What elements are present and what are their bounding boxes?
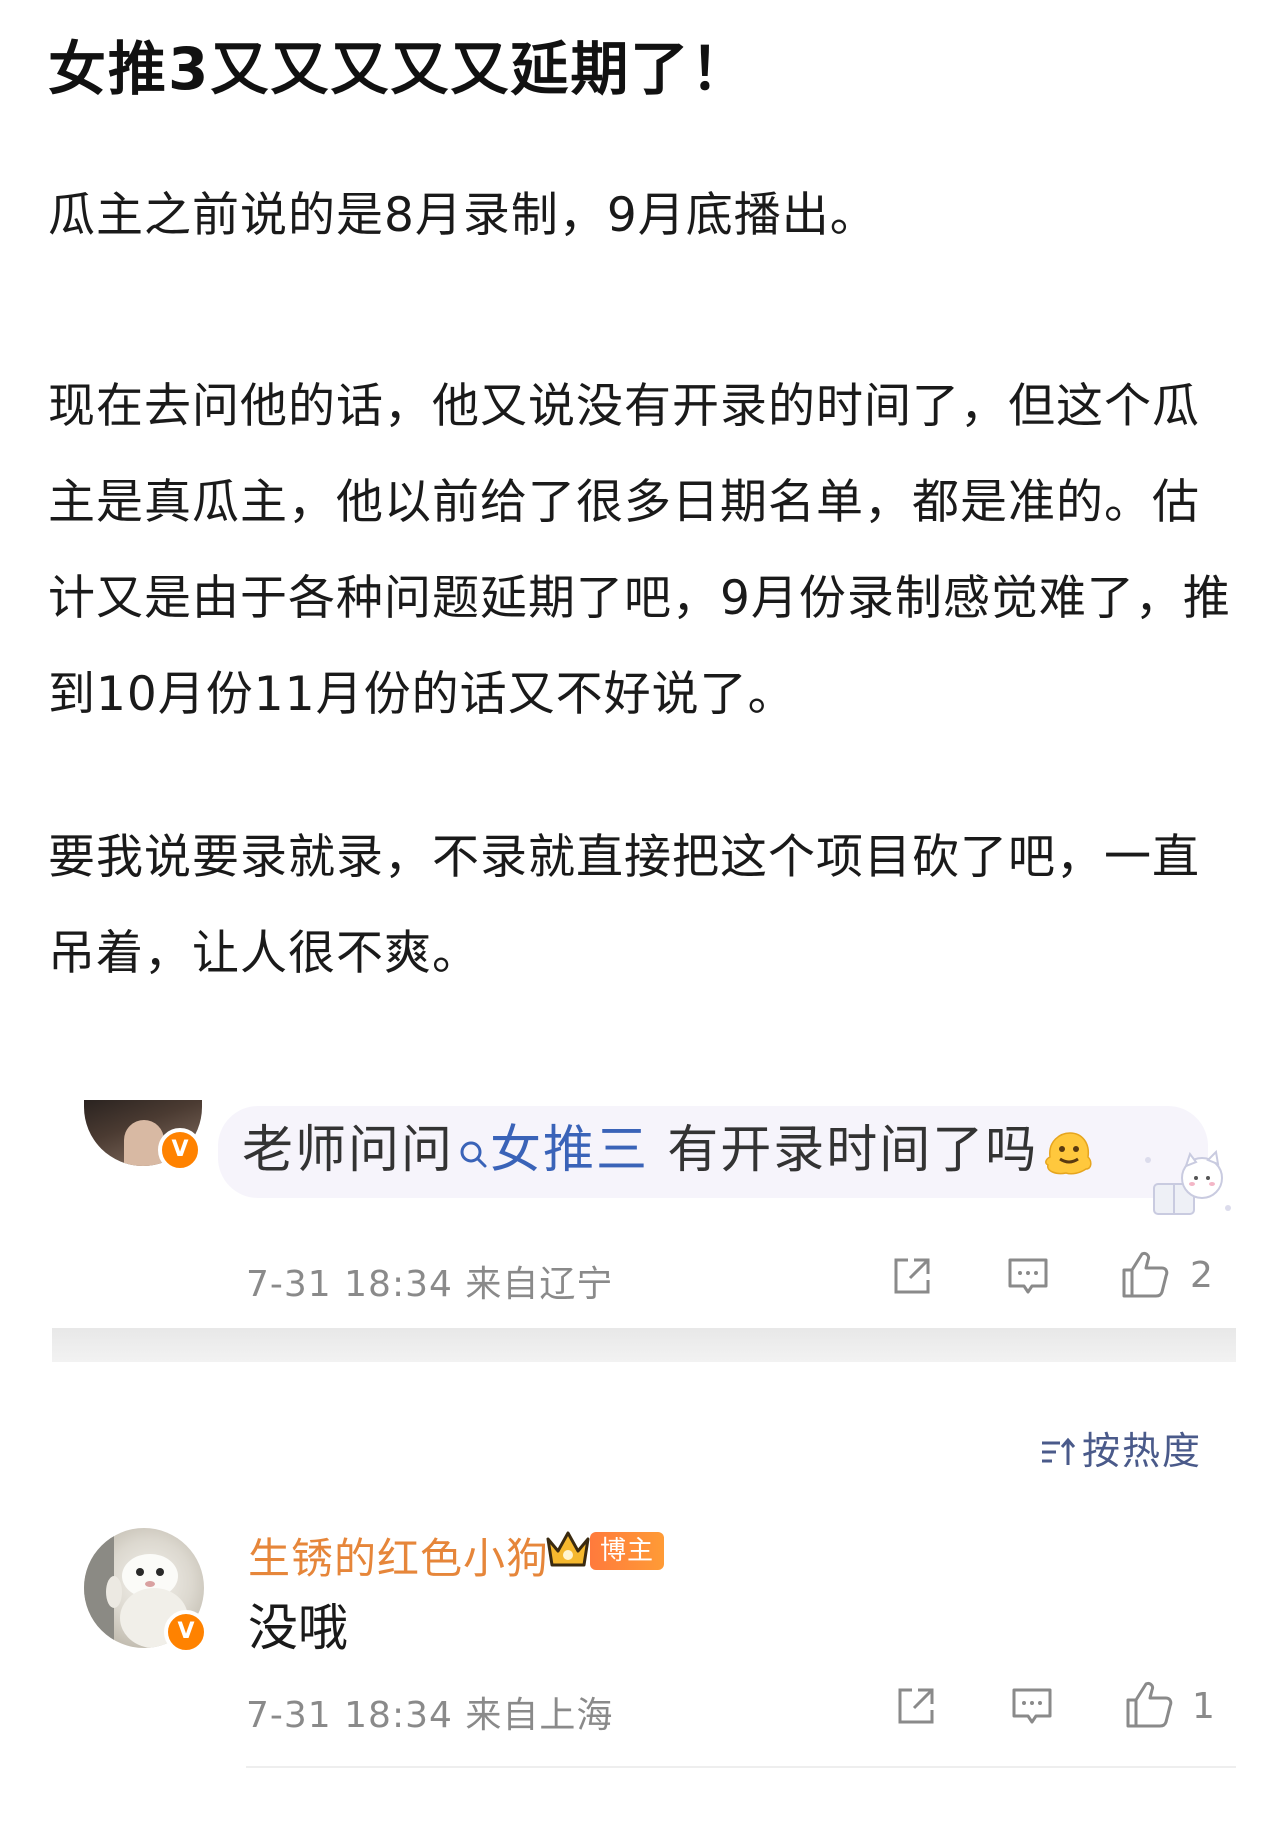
quoted-comment-text-after: 有开录时间了吗 — [649, 1121, 1039, 1180]
comment-button[interactable] — [1008, 1682, 1056, 1730]
like-count: 1 — [1192, 1686, 1215, 1727]
reply-username[interactable]: 生锈的红色小狗 — [248, 1525, 549, 1586]
melting-face-emoji-icon — [1042, 1127, 1094, 1179]
share-button[interactable] — [892, 1682, 940, 1730]
verified-badge-icon: V — [164, 1610, 208, 1654]
quoted-comment-text-before: 老师问问 — [242, 1121, 455, 1180]
post-title: 女推3又又又又又延期了！ — [48, 35, 751, 103]
share-button[interactable] — [888, 1252, 936, 1300]
comment-icon — [1008, 1258, 1048, 1294]
reply-meta: 7-31 18:34 来自上海 — [246, 1686, 613, 1738]
sort-icon — [1040, 1432, 1076, 1476]
divider — [246, 1766, 1236, 1768]
sort-label: 按热度 — [1082, 1429, 1203, 1473]
quoted-comment-text: 老师问问 女推三 有开录时间了吗 — [242, 1116, 1094, 1188]
comment-location: 来自辽宁 — [465, 1264, 614, 1305]
sort-by-hot-button[interactable]: 按热度 — [1040, 1420, 1202, 1476]
reply-time: 7-31 18:34 — [246, 1695, 453, 1736]
like-button[interactable] — [1120, 1248, 1169, 1298]
blogger-badge: 博主 — [590, 1532, 665, 1570]
search-icon — [458, 1118, 488, 1188]
thumbs-up-icon — [1122, 1252, 1169, 1298]
verified-badge-icon: V — [158, 1128, 202, 1172]
quoted-comment-meta: 7-31 18:34 来自辽宁 — [246, 1255, 613, 1307]
section-divider — [52, 1328, 1236, 1362]
share-icon — [898, 1688, 934, 1724]
like-count: 2 — [1190, 1255, 1213, 1296]
crown-icon — [546, 1531, 590, 1567]
post-paragraph-1: 瓜主之前说的是8月录制，9月底播出。 — [48, 188, 878, 243]
thumbs-up-icon — [1126, 1682, 1173, 1728]
comment-button[interactable] — [1004, 1252, 1052, 1300]
post-paragraph-2: 现在去问他的话，他又说没有开录的时间了，但这个瓜主是真瓜主，他以前给了很多日期名… — [48, 379, 1231, 722]
reply-location: 来自上海 — [465, 1695, 614, 1736]
like-button[interactable] — [1124, 1678, 1173, 1728]
comment-time: 7-31 18:34 — [246, 1264, 453, 1305]
comment-icon — [1012, 1688, 1052, 1724]
share-icon — [894, 1258, 930, 1294]
reply-text: 没哦 — [248, 1599, 348, 1657]
post-paragraph-3: 要我说要录就录，不录就直接把这个项目砍了吧，一直吊着，让人很不爽。 — [48, 830, 1200, 981]
cat-sticker-icon — [1145, 1149, 1231, 1215]
topic-link[interactable]: 女推三 — [490, 1121, 649, 1180]
